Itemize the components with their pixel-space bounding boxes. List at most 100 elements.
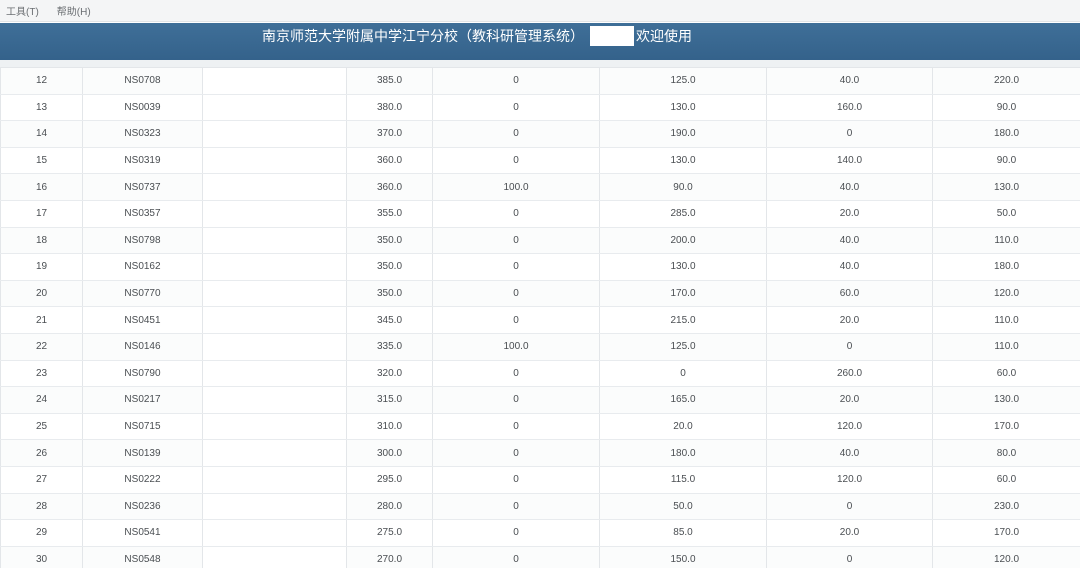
score-col-4-cell: 130.0 <box>932 173 1080 201</box>
score-col-4-cell: 180.0 <box>932 120 1080 148</box>
score-col-3-cell: 0 <box>766 493 933 521</box>
table-row[interactable]: 13 NS0039 380.0 0 130.0 160.0 90.0 <box>0 94 1080 122</box>
teacher-id-cell: NS0039 <box>82 94 203 122</box>
teacher-id-cell: NS0222 <box>82 466 203 494</box>
score-col-4-cell: 130.0 <box>932 386 1080 414</box>
score-col-1-cell: 0 <box>432 200 600 228</box>
score-col-2-cell: 90.0 <box>599 173 767 201</box>
name-cell <box>202 253 347 281</box>
table-row[interactable]: 25 NS0715 310.0 0 20.0 120.0 170.0 <box>0 413 1080 441</box>
name-redaction <box>237 333 309 360</box>
score-col-3-cell: 40.0 <box>766 173 933 201</box>
score-col-4-cell: 230.0 <box>932 493 1080 521</box>
score-col-1-cell: 0 <box>432 253 600 281</box>
table-row[interactable]: 24 NS0217 315.0 0 165.0 20.0 130.0 <box>0 386 1080 414</box>
score-col-4-cell: 170.0 <box>932 413 1080 441</box>
total-score-cell: 300.0 <box>346 439 433 467</box>
score-col-4-cell: 50.0 <box>932 200 1080 228</box>
teacher-id-cell: NS0217 <box>82 386 203 414</box>
score-col-3-cell: 40.0 <box>766 253 933 281</box>
total-score-cell: 320.0 <box>346 360 433 388</box>
table-row[interactable]: 15 NS0319 360.0 0 130.0 140.0 90.0 <box>0 147 1080 175</box>
total-score-cell: 380.0 <box>346 94 433 122</box>
total-score-cell: 280.0 <box>346 493 433 521</box>
score-col-1-cell: 0 <box>432 280 600 308</box>
row-index-cell: 13 <box>0 94 83 122</box>
row-index-cell: 23 <box>0 360 83 388</box>
total-score-cell: 295.0 <box>346 466 433 494</box>
table-row[interactable]: 17 NS0357 355.0 0 285.0 20.0 50.0 <box>0 200 1080 228</box>
name-cell <box>202 466 347 494</box>
score-col-4-cell: 120.0 <box>932 280 1080 308</box>
score-col-4-cell: 220.0 <box>932 67 1080 95</box>
score-col-3-cell: 40.0 <box>766 227 933 255</box>
score-col-1-cell: 0 <box>432 120 600 148</box>
teacher-id-cell: NS0319 <box>82 147 203 175</box>
score-col-4-cell: 80.0 <box>932 439 1080 467</box>
table-row[interactable]: 28 NS0236 280.0 0 50.0 0 230.0 <box>0 493 1080 521</box>
score-col-3-cell: 60.0 <box>766 280 933 308</box>
data-grid[interactable]: 12 NS0708 385.0 0 125.0 40.0 220.0 13 NS0039 380.… <box>0 67 1080 568</box>
table-row[interactable]: 21 NS0451 345.0 0 215.0 20.0 110.0 <box>0 306 1080 334</box>
score-col-2-cell: 285.0 <box>599 200 767 228</box>
menu-help[interactable]: 帮助(H) <box>55 1 93 20</box>
row-index-cell: 16 <box>0 173 83 201</box>
score-col-2-cell: 165.0 <box>599 386 767 414</box>
teacher-id-cell: NS0541 <box>82 519 203 547</box>
row-index-cell: 20 <box>0 280 83 308</box>
score-col-3-cell: 0 <box>766 546 933 568</box>
score-col-4-cell: 110.0 <box>932 227 1080 255</box>
total-score-cell: 335.0 <box>346 333 433 361</box>
score-col-3-cell: 40.0 <box>766 439 933 467</box>
table-row[interactable]: 20 NS0770 350.0 0 170.0 60.0 120.0 <box>0 280 1080 308</box>
score-col-2-cell: 170.0 <box>599 280 767 308</box>
score-col-1-cell: 100.0 <box>432 333 600 361</box>
score-col-2-cell: 190.0 <box>599 120 767 148</box>
teacher-id-cell: NS0737 <box>82 173 203 201</box>
teacher-id-cell: NS0708 <box>82 67 203 95</box>
teacher-id-cell: NS0323 <box>82 120 203 148</box>
table-row[interactable]: 12 NS0708 385.0 0 125.0 40.0 220.0 <box>0 67 1080 95</box>
table-row[interactable]: 19 NS0162 350.0 0 130.0 40.0 180.0 <box>0 253 1080 281</box>
name-redaction <box>237 546 309 568</box>
score-col-4-cell: 170.0 <box>932 519 1080 547</box>
name-cell <box>202 439 347 467</box>
row-index-cell: 29 <box>0 519 83 547</box>
name-cell <box>202 200 347 228</box>
table-row[interactable]: 27 NS0222 295.0 0 115.0 120.0 60.0 <box>0 466 1080 494</box>
title-banner: 南京师范大学附属中学江宁分校（教科研管理系统） 欢迎使用 <box>0 23 1080 61</box>
name-cell <box>202 120 347 148</box>
score-col-2-cell: 125.0 <box>599 67 767 95</box>
name-cell <box>202 94 347 122</box>
score-col-1-cell: 100.0 <box>432 173 600 201</box>
total-score-cell: 270.0 <box>346 546 433 568</box>
score-col-1-cell: 0 <box>432 360 600 388</box>
score-col-2-cell: 85.0 <box>599 519 767 547</box>
menu-tools[interactable]: 工具(T) <box>4 1 41 20</box>
score-col-2-cell: 115.0 <box>599 466 767 494</box>
score-col-1-cell: 0 <box>432 227 600 255</box>
table-row[interactable]: 30 NS0548 270.0 0 150.0 0 120.0 <box>0 546 1080 568</box>
teacher-id-cell: NS0451 <box>82 306 203 334</box>
name-redaction <box>237 520 309 546</box>
row-index-cell: 18 <box>0 227 83 255</box>
total-score-cell: 355.0 <box>346 200 433 228</box>
score-col-2-cell: 130.0 <box>599 94 767 122</box>
name-redaction <box>237 493 309 519</box>
name-redaction <box>237 200 309 227</box>
table-row[interactable]: 26 NS0139 300.0 0 180.0 40.0 80.0 <box>0 439 1080 467</box>
name-cell <box>202 360 347 388</box>
table-row[interactable]: 22 NS0146 335.0 100.0 125.0 0 110.0 <box>0 333 1080 361</box>
table-row[interactable]: 29 NS0541 275.0 0 85.0 20.0 170.0 <box>0 519 1080 547</box>
table-row[interactable]: 23 NS0790 320.0 0 0 260.0 60.0 <box>0 360 1080 388</box>
name-cell <box>202 519 347 547</box>
table-row[interactable]: 18 NS0798 350.0 0 200.0 40.0 110.0 <box>0 227 1080 255</box>
table-row[interactable]: 16 NS0737 360.0 100.0 90.0 40.0 130.0 <box>0 173 1080 201</box>
score-col-4-cell: 110.0 <box>932 333 1080 361</box>
welcome-text: 欢迎使用 <box>636 28 692 44</box>
menu-bar: 工具(T) 帮助(H) <box>0 0 1080 22</box>
table-row[interactable]: 14 NS0323 370.0 0 190.0 0 180.0 <box>0 120 1080 148</box>
score-col-3-cell: 120.0 <box>766 413 933 441</box>
name-cell <box>202 67 347 95</box>
name-redaction <box>237 227 309 253</box>
